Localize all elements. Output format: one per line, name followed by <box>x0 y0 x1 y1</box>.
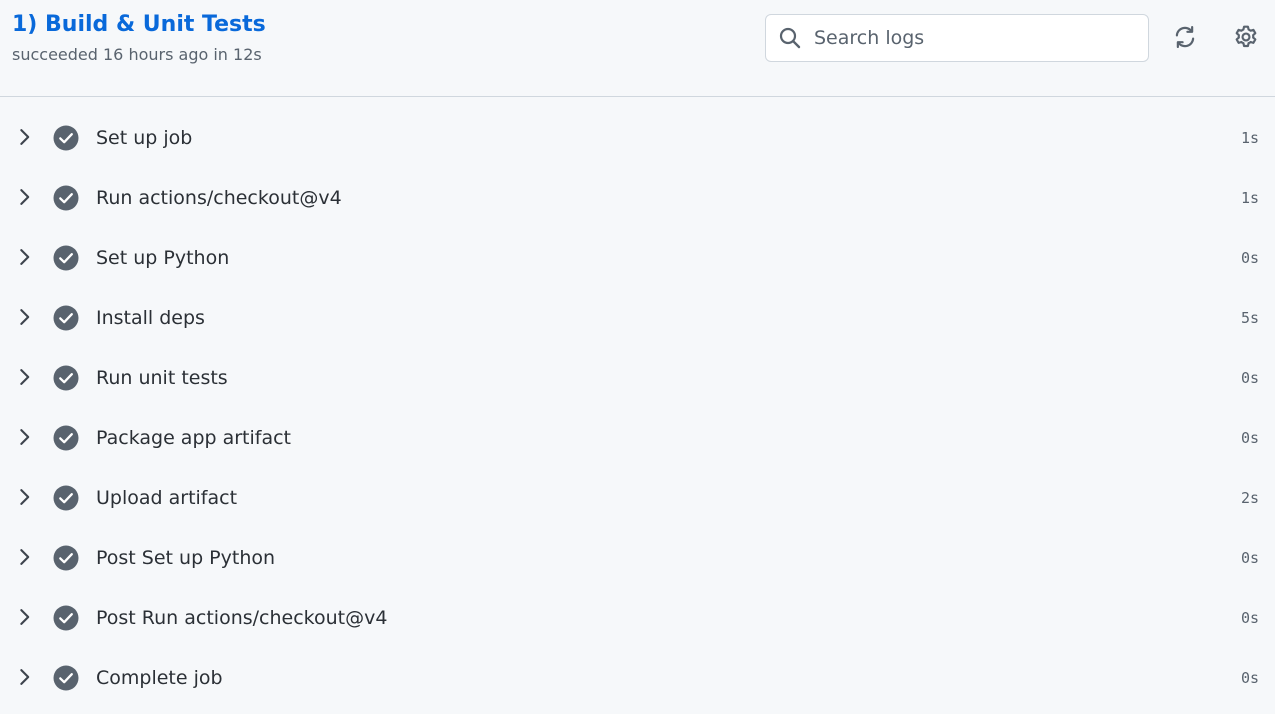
check-circle-icon <box>53 185 79 211</box>
step-row[interactable]: Complete job 0s <box>0 648 1275 708</box>
chevron-right-icon[interactable] <box>14 186 36 208</box>
check-circle-icon <box>53 245 79 271</box>
chevron-right-icon[interactable] <box>14 546 36 568</box>
chevron-right-icon[interactable] <box>14 606 36 628</box>
step-row[interactable]: Post Set up Python 0s <box>0 528 1275 588</box>
step-name: Run actions/checkout@v4 <box>96 187 342 209</box>
chevron-right-icon[interactable] <box>14 306 36 328</box>
search-icon <box>779 27 801 49</box>
step-duration: 0s <box>1240 549 1259 567</box>
job-header: 1) Build & Unit Tests succeeded 16 hours… <box>0 0 1275 97</box>
step-name: Post Run actions/checkout@v4 <box>96 607 388 629</box>
step-duration: 0s <box>1240 369 1259 387</box>
step-name: Run unit tests <box>96 367 228 389</box>
job-status: succeeded 16 hours ago in 12s <box>12 45 262 64</box>
step-row[interactable]: Run unit tests 0s <box>0 348 1275 408</box>
step-row[interactable]: Upload artifact 2s <box>0 468 1275 528</box>
step-duration: 1s <box>1240 129 1259 147</box>
step-name: Package app artifact <box>96 427 292 449</box>
steps-list: Set up job 1s Run actions/checkout@v4 1s… <box>0 108 1275 708</box>
check-circle-icon <box>53 545 79 571</box>
step-row[interactable]: Post Run actions/checkout@v4 0s <box>0 588 1275 648</box>
step-duration: 0s <box>1240 429 1259 447</box>
chevron-right-icon[interactable] <box>14 666 36 688</box>
check-circle-icon <box>53 605 79 631</box>
step-duration: 1s <box>1240 189 1259 207</box>
refresh-icon <box>1175 25 1195 49</box>
check-circle-icon <box>53 365 79 391</box>
job-title[interactable]: 1) Build & Unit Tests <box>12 10 266 40</box>
step-row[interactable]: Package app artifact 0s <box>0 408 1275 468</box>
step-name: Complete job <box>96 667 223 689</box>
chevron-right-icon[interactable] <box>14 366 36 388</box>
refresh-button[interactable] <box>1168 20 1202 54</box>
step-name: Set up Python <box>96 247 230 269</box>
step-row[interactable]: Run actions/checkout@v4 1s <box>0 168 1275 228</box>
chevron-right-icon[interactable] <box>14 246 36 268</box>
chevron-right-icon[interactable] <box>14 126 36 148</box>
step-row[interactable]: Set up job 1s <box>0 108 1275 168</box>
step-name: Set up job <box>96 127 193 149</box>
chevron-right-icon[interactable] <box>14 426 36 448</box>
step-name: Post Set up Python <box>96 547 276 569</box>
settings-button[interactable] <box>1229 20 1263 54</box>
check-circle-icon <box>53 125 79 151</box>
step-row[interactable]: Set up Python 0s <box>0 228 1275 288</box>
search-box[interactable] <box>765 14 1149 62</box>
chevron-right-icon[interactable] <box>14 486 36 508</box>
check-circle-icon <box>53 665 79 691</box>
check-circle-icon <box>53 305 79 331</box>
step-duration: 2s <box>1240 489 1259 507</box>
check-circle-icon <box>53 485 79 511</box>
check-circle-icon <box>53 425 79 451</box>
search-input[interactable] <box>814 15 1134 61</box>
step-row[interactable]: Install deps 5s <box>0 288 1275 348</box>
step-name: Upload artifact <box>96 487 238 509</box>
step-duration: 0s <box>1240 669 1259 687</box>
step-name: Install deps <box>96 307 205 329</box>
step-duration: 5s <box>1240 309 1259 327</box>
step-duration: 0s <box>1240 609 1259 627</box>
step-duration: 0s <box>1240 249 1259 267</box>
gear-icon <box>1235 25 1257 48</box>
